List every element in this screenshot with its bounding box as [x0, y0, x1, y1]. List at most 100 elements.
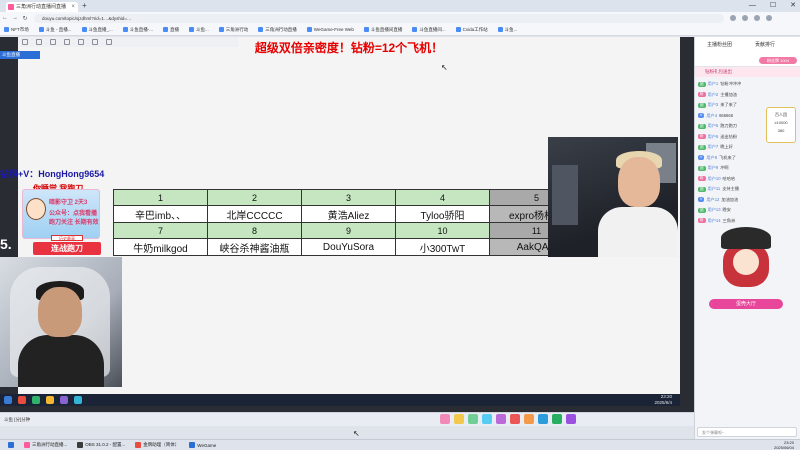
bookmark-item[interactable]: 斗鱼直播-... — [122, 27, 153, 33]
chat-username[interactable]: 用户3 — [708, 102, 719, 108]
os-taskbar: 三角洲行动直播... OBS 31.0.2 - 配置... 金牌助理（简体） WeGa… — [0, 439, 800, 450]
menu-icon[interactable] — [766, 15, 772, 21]
mouse-cursor-icon: ↖ — [441, 63, 448, 72]
gift-icon[interactable] — [538, 414, 548, 424]
bookmark-label: 直播 — [170, 26, 180, 32]
forward-icon[interactable]: → — [10, 15, 20, 21]
maximize-icon[interactable]: ☐ — [770, 0, 776, 12]
table-name-cell: 小300TwT — [395, 238, 490, 256]
gift-icon[interactable] — [566, 414, 576, 424]
chat-text: 飞机来了 — [719, 154, 736, 160]
chat-username[interactable]: 用户1 — [708, 81, 719, 87]
chat-username[interactable]: 用户2 — [708, 92, 719, 98]
close-window-icon[interactable]: ✕ — [790, 0, 796, 12]
mascot-button[interactable]: 蛋壳大厅 — [709, 299, 783, 309]
rank-card-count: 380 — [777, 128, 785, 133]
gift-icon[interactable] — [496, 414, 506, 424]
fan-badge: 粉 — [698, 176, 706, 182]
back-icon[interactable]: ← — [0, 15, 10, 21]
rank-card[interactable]: 百人团 ≥10000 380 — [766, 107, 796, 143]
url-field[interactable]: douyu.com/topic/sjzdhml?rid=1…&dyshid=… — [34, 13, 724, 23]
tab-fan-club[interactable]: 主播粉丝团 — [707, 41, 732, 48]
gift-icon[interactable] — [552, 414, 562, 424]
taskbar-app[interactable]: 金牌助理（简体） — [131, 441, 183, 450]
chat-username[interactable]: 用户5 — [708, 123, 719, 129]
chat-username[interactable]: 用户10 — [708, 176, 721, 182]
fan-badge-pill[interactable]: 粉丝牌 1004 — [759, 57, 797, 64]
profile-icon[interactable] — [754, 15, 760, 21]
app-icon — [18, 396, 26, 404]
close-tab-icon[interactable]: × — [71, 2, 75, 12]
taskbar-app[interactable]: OBS 31.0.2 - 配置... — [73, 441, 129, 450]
taskbar-app-label: 三角洲行动直播... — [32, 442, 68, 447]
bookmark-item[interactable]: 斗鱼直播间... — [412, 27, 446, 33]
chat-message: 粉用户2 主播加油 — [698, 90, 797, 101]
bookmark-item[interactable]: Cvida工作站 — [455, 26, 488, 33]
bookmark-label: Cvida工作站 — [462, 26, 488, 32]
gift-icon[interactable] — [524, 414, 534, 424]
promo-line: 暗影守卫 2天3 — [49, 200, 88, 206]
chat-username[interactable]: 用户13 — [708, 207, 721, 213]
app-icon — [46, 396, 54, 404]
bookmark-item[interactable]: 斗鱼... — [189, 27, 209, 33]
bookmark-icon — [38, 27, 44, 32]
bookmark-item[interactable]: 三角洲行动 — [218, 27, 248, 33]
chat-text: 主播加油 — [720, 91, 737, 97]
table-number-cell: 4 — [395, 189, 490, 206]
bookmark-item[interactable]: 三角洲行动直播 — [258, 27, 297, 33]
taskbar-app-label: 金牌助理（简体） — [143, 442, 180, 447]
bookmark-item[interactable]: 斗鱼... — [497, 27, 517, 33]
bookmark-item[interactable]: 斗鱼 - 直播... — [38, 27, 72, 33]
bookmark-icon — [122, 27, 128, 32]
minimize-icon[interactable]: — — [749, 0, 756, 12]
taskbar-app[interactable]: WeGame — [185, 441, 220, 450]
mascot-face — [733, 249, 759, 275]
gift-icon[interactable] — [454, 414, 464, 424]
star-icon[interactable] — [730, 15, 736, 21]
webcam-right — [548, 137, 678, 257]
chat-input[interactable]: 发个弹幕呗~ — [697, 427, 797, 437]
table-name-cell: 北岸CCCCC — [207, 205, 302, 223]
gift-icon[interactable] — [482, 414, 492, 424]
gift-icon[interactable] — [468, 414, 478, 424]
address-bar-row: ← → ↻ douyu.com/topic/sjzdhml?rid=1…&dys… — [0, 12, 800, 24]
gift-icon[interactable] — [440, 414, 450, 424]
bookmark-item[interactable]: 斗鱼直播间直播 — [363, 27, 402, 33]
gift-icon[interactable] — [510, 414, 520, 424]
chat-username[interactable]: 用户14 — [708, 218, 721, 224]
douyu-favicon-icon — [8, 4, 14, 10]
fan-badge: V — [698, 113, 705, 119]
chat-text: 晚上好 — [720, 144, 733, 150]
webcam-left — [0, 257, 122, 387]
table-number-cell: 2 — [207, 189, 302, 206]
browser-tab[interactable]: 三角洲行动直播间直播 × — [6, 2, 78, 12]
address-bar-icons — [730, 15, 772, 21]
bookmark-item[interactable]: NFT市场 — [4, 27, 29, 33]
start-icon[interactable] — [4, 441, 18, 450]
bookmark-item[interactable]: 斗鱼直播_... — [81, 27, 113, 33]
bookmark-item[interactable]: 直播 — [163, 27, 179, 33]
reload-icon[interactable]: ↻ — [20, 15, 30, 22]
app-icon — [60, 396, 68, 404]
bookmark-item[interactable]: WeGame-Free Web — [306, 27, 354, 32]
fan-badge: V — [698, 197, 705, 203]
chat-text: 支持主播 — [722, 186, 739, 192]
chat-username[interactable]: 用户8 — [706, 155, 717, 161]
taskbar-app[interactable]: 三角洲行动直播... — [20, 441, 71, 450]
chat-username[interactable]: 用户12 — [706, 197, 719, 203]
chat-username[interactable]: 用户6 — [708, 134, 719, 140]
bookmark-icon — [455, 27, 461, 32]
chat-username[interactable]: 用户7 — [708, 144, 719, 150]
chat-username[interactable]: 用户9 — [708, 165, 719, 171]
tab-ranking[interactable]: 贡献排行 — [755, 41, 775, 48]
chat-username[interactable]: 用户4 — [706, 113, 717, 119]
promo-line: 公众号：点我看播 — [49, 211, 98, 217]
new-tab-icon[interactable]: + — [82, 0, 87, 12]
fan-badge: 粉 — [698, 92, 706, 98]
chat-username[interactable]: 用户11 — [708, 186, 721, 192]
bookmark-label: NFT市场 — [11, 26, 29, 32]
stream-player[interactable]: 超级双倍亲密度！钻粉=12个飞机！ 123456 辛巴imb、、北岸CCCCC黄… — [0, 37, 694, 412]
table-number-cell: 10 — [395, 222, 490, 239]
streamer-face — [618, 157, 660, 207]
extension-icon[interactable] — [742, 15, 748, 21]
